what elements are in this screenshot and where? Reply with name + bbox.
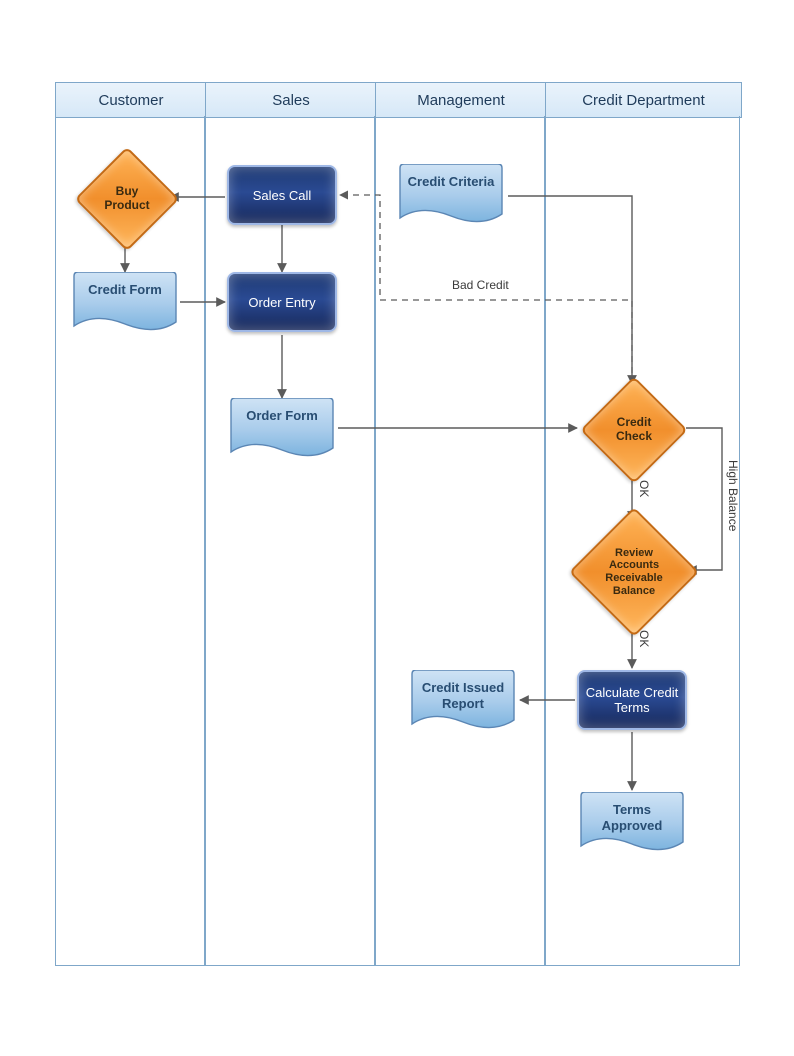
swimlane-diagram: Customer Sales Management Credit Departm…	[0, 0, 794, 1056]
decision-label: Review Accounts Receivable Balance	[590, 528, 678, 616]
process-label: Sales Call	[253, 188, 312, 203]
doc-label: Credit Form	[70, 272, 180, 298]
lane-header-customer: Customer	[55, 82, 207, 118]
lane-header-management: Management	[375, 82, 547, 118]
lane-body-sales	[205, 116, 375, 966]
edge-label-high-balance: High Balance	[726, 460, 740, 531]
doc-label: Credit Issued Report	[408, 670, 518, 713]
doc-order-form: Order Form	[227, 398, 337, 462]
lane-header-credit: Credit Department	[545, 82, 742, 118]
lane-header-sales: Sales	[205, 82, 377, 118]
doc-label: Credit Criteria	[396, 164, 506, 190]
doc-terms-approved: Terms Approved	[577, 792, 687, 856]
process-calc-credit-terms: Calculate Credit Terms	[577, 670, 687, 730]
process-sales-call: Sales Call	[227, 165, 337, 225]
doc-label: Order Form	[227, 398, 337, 424]
process-label: Calculate Credit Terms	[583, 685, 681, 715]
edge-label-ok-2: OK	[637, 630, 651, 647]
doc-credit-criteria: Credit Criteria	[396, 164, 506, 228]
decision-label: Buy Product	[92, 164, 162, 234]
edge-label-ok-1: OK	[637, 480, 651, 497]
doc-credit-form: Credit Form	[70, 272, 180, 336]
decision-label: Credit Check	[598, 394, 670, 466]
lane-body-management	[375, 116, 545, 966]
process-order-entry: Order Entry	[227, 272, 337, 332]
process-label: Order Entry	[248, 295, 315, 310]
doc-credit-issued-report: Credit Issued Report	[408, 670, 518, 734]
doc-label: Terms Approved	[577, 792, 687, 835]
edge-label-bad-credit: Bad Credit	[452, 278, 509, 292]
